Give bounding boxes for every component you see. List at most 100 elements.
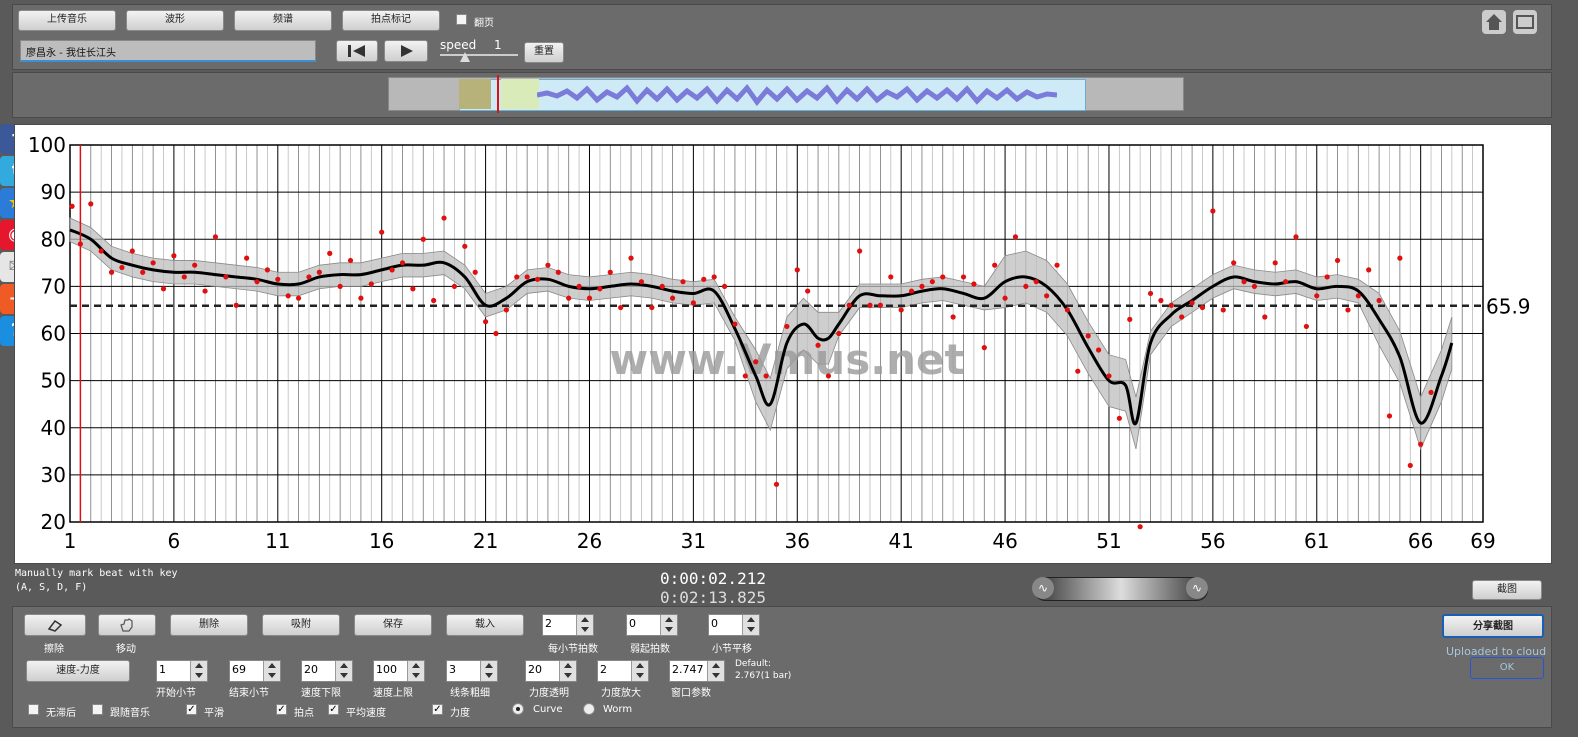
wave-right-icon[interactable]: ∿ xyxy=(1186,577,1208,599)
beat-point xyxy=(701,276,707,282)
beat-point xyxy=(971,281,977,287)
fullscreen-icon[interactable] xyxy=(1513,10,1537,34)
erase-button[interactable] xyxy=(24,614,86,636)
x-tick-label: 56 xyxy=(1200,529,1225,553)
beat-point xyxy=(1002,295,1008,301)
curve-radio[interactable] xyxy=(512,703,524,715)
worm-radio[interactable] xyxy=(583,703,595,715)
beats-per-bar-label: 每小节拍数 xyxy=(548,644,598,655)
beat-point xyxy=(202,288,208,294)
beat-point xyxy=(1199,304,1206,311)
snap-button[interactable]: 吸附 xyxy=(262,614,340,636)
save-button[interactable]: 保存 xyxy=(354,614,432,636)
flip-page-label: 翻页 xyxy=(474,18,494,29)
beat-point xyxy=(950,314,956,320)
load-button[interactable]: 载入 xyxy=(446,614,524,636)
waveform-button[interactable]: 波形 xyxy=(126,10,224,31)
total-time: 0:02:13.825 xyxy=(660,588,766,607)
beat-point xyxy=(129,248,135,254)
x-tick-label: 66 xyxy=(1408,529,1433,553)
weak-beats-label: 弱起拍数 xyxy=(630,644,670,655)
skip-to-start-button[interactable] xyxy=(336,40,378,62)
beat-point xyxy=(88,201,94,207)
beat-point xyxy=(1314,293,1320,299)
default-line-2: 2.767(1 bar) xyxy=(735,671,792,681)
tempo-min-stepper[interactable]: 20 xyxy=(301,660,353,682)
x-tick-label: 21 xyxy=(473,529,498,553)
beat-point xyxy=(877,302,883,308)
hint-line-2: (A, S, D, F) xyxy=(15,582,88,593)
end-bar-stepper[interactable]: 69 xyxy=(229,660,281,682)
volume-slider[interactable] xyxy=(1034,577,1208,601)
track-title-field[interactable]: 廖昌永 - 我住长江头 xyxy=(20,40,316,62)
beat-point xyxy=(1127,316,1133,322)
beat-point xyxy=(482,319,489,325)
line-width-stepper[interactable]: 3 xyxy=(446,660,498,682)
beat-point xyxy=(98,248,104,254)
beat-point xyxy=(1397,255,1403,261)
default-line-1: Default: xyxy=(735,659,771,669)
overview-wave-icon xyxy=(537,84,1057,107)
beats-per-bar-stepper[interactable]: 2 xyxy=(542,614,594,636)
wave-left-icon[interactable]: ∿ xyxy=(1032,577,1054,599)
tempo-max-value: 100 xyxy=(376,663,397,676)
screenshot-button[interactable]: 截图 xyxy=(1472,580,1542,600)
y-tick-label: 60 xyxy=(41,322,66,346)
bar-shift-label: 小节平移 xyxy=(712,644,752,655)
eraser-icon xyxy=(47,619,63,632)
upload-music-button[interactable]: 上传音乐 xyxy=(18,10,116,31)
no-lag-checkbox[interactable] xyxy=(28,704,39,715)
beat-point xyxy=(275,276,281,282)
beat-point xyxy=(659,283,665,289)
force-scale-stepper[interactable]: 2 xyxy=(597,660,649,682)
overview-waveform[interactable] xyxy=(388,75,1184,113)
bar-shift-stepper[interactable]: 0 xyxy=(708,614,760,636)
force-checkbox[interactable]: ✓ xyxy=(432,704,443,715)
follow-music-checkbox[interactable] xyxy=(92,704,103,715)
speed-slider-track[interactable] xyxy=(440,54,518,56)
beat-point xyxy=(327,250,333,256)
overview-viewport-2[interactable] xyxy=(501,79,539,109)
beat-mark-button[interactable]: 拍点标记 xyxy=(342,10,440,31)
reset-speed-button[interactable]: 重置 xyxy=(524,42,564,63)
delete-button[interactable]: 删除 xyxy=(170,614,248,636)
spectrum-button[interactable]: 频谱 xyxy=(234,10,332,31)
beat-point xyxy=(1054,262,1060,268)
avg-tempo-checkbox[interactable]: ✓ xyxy=(328,704,339,715)
beat-point xyxy=(1095,347,1102,353)
beat-point xyxy=(753,359,759,365)
move-button[interactable] xyxy=(98,614,156,636)
x-tick-label: 36 xyxy=(785,529,810,553)
x-tick-label: 26 xyxy=(577,529,602,553)
tempo-chart[interactable]: 20304050607080901001 6 11 16 21 26 31 36 41 46 51 5… xyxy=(14,124,1550,562)
tempo-max-stepper[interactable]: 100 xyxy=(373,660,425,682)
overview-viewport[interactable] xyxy=(459,79,491,109)
weak-beats-stepper[interactable]: 0 xyxy=(626,614,678,636)
beat-point xyxy=(1179,314,1185,320)
beat-point xyxy=(1334,257,1341,264)
window-stepper[interactable]: 2.747 xyxy=(669,660,725,682)
force-label: 力度 xyxy=(450,708,470,719)
ok-button[interactable]: OK xyxy=(1470,657,1544,679)
share-screenshot-button[interactable]: 分享截图 xyxy=(1442,614,1544,638)
speed-slider-handle[interactable] xyxy=(460,52,470,62)
play-button[interactable] xyxy=(384,40,428,62)
flip-page-checkbox[interactable] xyxy=(456,14,467,25)
tempo-force-button[interactable]: 速度-力度 xyxy=(26,660,130,682)
x-tick-label: 46 xyxy=(992,529,1017,553)
beats-checkbox[interactable]: ✓ xyxy=(276,704,287,715)
beat-point xyxy=(1262,314,1268,320)
beat-point xyxy=(1189,300,1195,306)
y-tick-label: 80 xyxy=(41,227,66,251)
beat-point xyxy=(358,295,364,301)
home-icon[interactable] xyxy=(1482,10,1506,34)
start-bar-stepper[interactable]: 1 xyxy=(156,660,208,682)
erase-label: 擦除 xyxy=(44,644,64,655)
force-scale-label: 力度放大 xyxy=(601,688,641,699)
force-alpha-stepper[interactable]: 20 xyxy=(525,660,577,682)
overview-playhead[interactable] xyxy=(497,75,499,113)
x-tick-label: 69 xyxy=(1470,529,1495,553)
beat-point xyxy=(192,262,198,268)
beat-point xyxy=(908,288,915,294)
smooth-checkbox[interactable]: ✓ xyxy=(186,704,197,715)
